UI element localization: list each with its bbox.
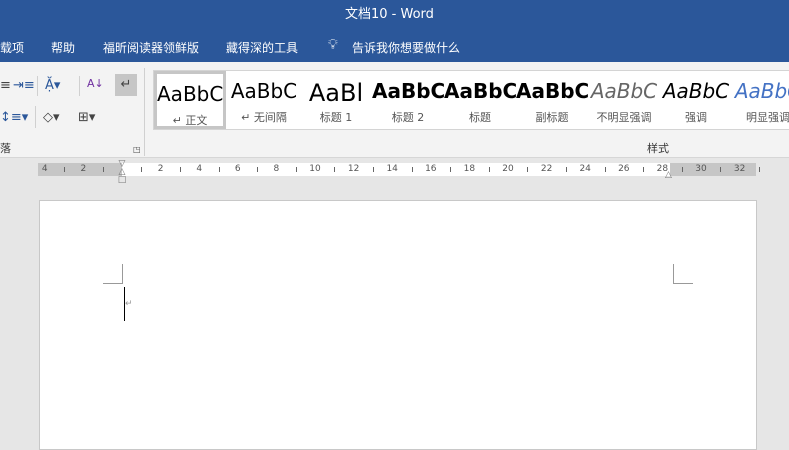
ruler-tick	[257, 167, 259, 172]
ruler-tick	[681, 167, 683, 172]
lightbulb-icon: 💡︎	[328, 37, 338, 53]
ruler-label: 12	[347, 164, 360, 174]
margin-corner-left	[103, 264, 123, 284]
ruler-tick	[218, 167, 220, 172]
style-sample: AaBbC	[444, 79, 516, 103]
ribbon-tabs: 载项 帮助 福昕阅读器领鲜版 藏得深的工具 💡︎ 告诉我你想要做什么	[0, 32, 789, 62]
ruler-tick	[565, 167, 567, 172]
ruler-tick	[372, 167, 374, 172]
borders-icon[interactable]: ⊞▾	[78, 110, 95, 126]
style-sample: AaBbC	[516, 79, 588, 103]
dialog-launcher-icon[interactable]: ◳	[133, 142, 141, 158]
ruler-label: 26	[618, 164, 630, 174]
style-label: 标题 2	[391, 111, 425, 124]
ruler-label: 24	[579, 164, 591, 174]
ruler-label: 20	[502, 164, 514, 174]
style-7[interactable]: AaBbC 强调	[660, 71, 732, 129]
ruler-label: 14	[386, 164, 398, 174]
ruler-tick	[643, 167, 645, 172]
ruler-tick	[179, 167, 181, 172]
ruler-label: 4	[41, 164, 48, 174]
ruler-tick	[604, 167, 606, 172]
style-0[interactable]: AaBbC ↵ 正文	[154, 71, 226, 129]
style-sample: AaBbC	[230, 79, 298, 103]
sort-icon[interactable]: A↓	[87, 76, 104, 92]
ruler-tick	[411, 167, 413, 172]
style-6[interactable]: AaBbC 不明显强调	[588, 71, 660, 129]
ruler-label: 16	[425, 164, 437, 174]
shading-icon[interactable]: ◇▾	[43, 110, 60, 126]
tab-help[interactable]: 帮助	[51, 39, 75, 56]
style-sample: AaBbC	[662, 79, 730, 103]
styles-group-label: 样式	[647, 142, 669, 155]
ruler-tick	[64, 167, 66, 172]
ruler-label: 4	[196, 164, 203, 174]
ruler-label: 2	[157, 164, 164, 174]
ruler-tick	[720, 167, 722, 172]
paragraph-mark: ↵	[125, 299, 133, 309]
ruler-label: 32	[733, 164, 746, 174]
style-8[interactable]: AaBbC 明显强调	[732, 71, 789, 129]
tab-tools[interactable]: 藏得深的工具	[226, 39, 298, 56]
style-sample: AaBbC	[734, 79, 789, 103]
margin-corner-right	[673, 264, 693, 284]
style-3[interactable]: AaBbC 标题 2	[372, 71, 444, 129]
line-spacing-icon[interactable]: ↕≡▾	[0, 110, 28, 126]
style-4[interactable]: AaBbC 标题	[444, 71, 516, 129]
title-bar: 文档10 - Word	[0, 0, 789, 32]
style-sample: AaBbC	[372, 79, 444, 103]
tab-foxit[interactable]: 福昕阅读器领鲜版	[103, 39, 199, 56]
ruler-label: 6	[234, 164, 241, 174]
window-title: 文档10 - Word	[345, 7, 434, 22]
ruler-tick	[450, 167, 452, 172]
style-label: 标题	[469, 111, 491, 124]
style-label: 明显强调	[746, 111, 789, 124]
tell-me-search[interactable]: 告诉我你想要做什么	[352, 39, 460, 56]
style-label: ↵ 无间隔	[241, 111, 287, 124]
style-label: ↵ 正文	[172, 114, 208, 127]
increase-indent-icon[interactable]: ⇥≡	[13, 78, 35, 94]
style-5[interactable]: AaBbC 副标题	[516, 71, 588, 129]
style-label: 标题 1	[319, 111, 353, 124]
ruler-tick	[102, 167, 104, 172]
ribbon: ≡ ⇥≡ Ặ▾ A↓ ↵ ↕≡▾ ◇▾ ⊞▾ 落 ◳ AaBbC ↵ 正文 AaBb…	[0, 62, 789, 158]
ruler-label: 8	[273, 164, 280, 174]
ruler-tick	[334, 167, 336, 172]
show-marks-icon[interactable]: ↵	[115, 74, 137, 96]
style-sample: AaBbC	[590, 79, 658, 103]
ruler-label: 22	[540, 164, 553, 174]
decrease-indent-icon[interactable]: ≡	[0, 78, 11, 94]
ruler-tick	[488, 167, 490, 172]
styles-gallery: AaBbC ↵ 正文 AaBbC ↵ 无间隔 AaBl 标题 1 AaBbC 标题 2 AaBb…	[153, 70, 789, 130]
document-page[interactable]: ↵	[39, 200, 757, 450]
style-sample: AaBl	[308, 79, 364, 105]
horizontal-ruler[interactable]: 4 2 2 4 6 8 10 12 14 16 18 20 22 24 26 28 30 32	[38, 163, 760, 176]
style-label: 不明显强调	[596, 111, 652, 124]
style-1[interactable]: AaBbC ↵ 无间隔	[228, 71, 300, 129]
ruler-tick	[141, 167, 143, 172]
ruler-label: 30	[695, 164, 707, 174]
ruler-label: 18	[463, 164, 476, 174]
paragraph-group-label: 落	[0, 142, 11, 155]
ruler-tick	[527, 167, 529, 172]
right-indent-marker[interactable]: △	[665, 170, 672, 180]
indent-marker[interactable]: ▽ △ □	[117, 160, 127, 185]
tab-addins[interactable]: 载项	[0, 39, 24, 56]
char-spacing-icon[interactable]: Ặ▾	[45, 78, 60, 94]
style-label: 强调	[685, 111, 707, 124]
ruler-label: 10	[309, 164, 321, 174]
ruler-tick	[295, 167, 297, 172]
style-label: 副标题	[535, 111, 569, 124]
ruler-label: 2	[80, 164, 87, 174]
style-sample: AaBbC	[157, 82, 223, 106]
style-2[interactable]: AaBl 标题 1	[300, 71, 372, 129]
ruler-tick	[758, 167, 760, 172]
